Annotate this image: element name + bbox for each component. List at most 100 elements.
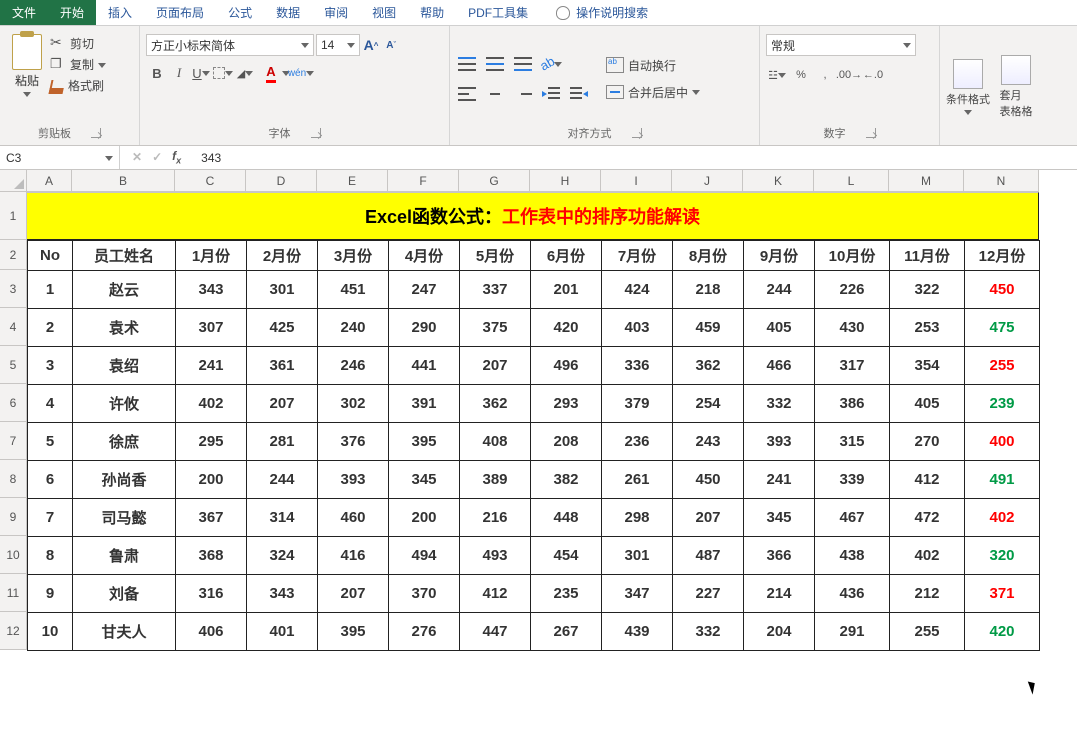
column-header[interactable]: N: [964, 170, 1039, 192]
table-cell[interactable]: 226: [815, 271, 890, 309]
table-header[interactable]: 8月份: [673, 241, 744, 271]
table-cell[interactable]: 317: [815, 347, 890, 385]
row-header[interactable]: 8: [0, 460, 27, 498]
dialog-launcher-icon[interactable]: [91, 128, 101, 138]
cancel-formula-icon[interactable]: ✕: [132, 150, 142, 164]
copy-button[interactable]: 复制: [48, 55, 108, 74]
table-cell[interactable]: 314: [247, 499, 318, 537]
table-cell[interactable]: 391: [389, 385, 460, 423]
table-cell[interactable]: 7: [28, 499, 73, 537]
table-cell[interactable]: 368: [176, 537, 247, 575]
tab-data[interactable]: 数据: [264, 0, 312, 25]
column-header[interactable]: C: [175, 170, 246, 192]
table-cell[interactable]: 402: [176, 385, 247, 423]
table-cell[interactable]: 393: [318, 461, 389, 499]
table-cell[interactable]: 214: [744, 575, 815, 613]
table-cell[interactable]: 247: [389, 271, 460, 309]
table-cell[interactable]: 366: [744, 537, 815, 575]
table-header[interactable]: 员工姓名: [73, 241, 176, 271]
dialog-launcher-icon[interactable]: [311, 128, 321, 138]
table-row[interactable]: 3袁绍241361246441207496336362466317354255: [28, 347, 1040, 385]
cell-grid[interactable]: Excel函数公式：工作表中的排序功能解读 No员工姓名1月份2月份3月份4月份…: [27, 192, 1040, 651]
table-cell[interactable]: 316: [176, 575, 247, 613]
table-header[interactable]: 1月份: [176, 241, 247, 271]
cut-button[interactable]: 剪切: [48, 34, 108, 53]
italic-button[interactable]: I: [168, 62, 190, 84]
table-cell[interactable]: 436: [815, 575, 890, 613]
table-cell[interactable]: 袁绍: [73, 347, 176, 385]
table-cell[interactable]: 354: [890, 347, 965, 385]
column-header[interactable]: B: [72, 170, 175, 192]
table-cell[interactable]: 402: [890, 537, 965, 575]
table-cell[interactable]: 216: [460, 499, 531, 537]
table-cell[interactable]: 201: [531, 271, 602, 309]
row-header[interactable]: 7: [0, 422, 27, 460]
table-cell[interactable]: 493: [460, 537, 531, 575]
row-header[interactable]: 12: [0, 612, 27, 650]
table-cell[interactable]: 281: [247, 423, 318, 461]
column-header[interactable]: J: [672, 170, 743, 192]
table-cell[interactable]: 362: [673, 347, 744, 385]
table-header[interactable]: 12月份: [965, 241, 1040, 271]
table-cell[interactable]: 9: [28, 575, 73, 613]
table-cell[interactable]: 345: [744, 499, 815, 537]
tab-insert[interactable]: 插入: [96, 0, 144, 25]
table-header[interactable]: 7月份: [602, 241, 673, 271]
table-cell[interactable]: 孙尚香: [73, 461, 176, 499]
table-cell[interactable]: 475: [965, 309, 1040, 347]
table-cell[interactable]: 361: [247, 347, 318, 385]
column-header[interactable]: E: [317, 170, 388, 192]
table-row[interactable]: 10甘夫人40640139527644726743933220429125542…: [28, 613, 1040, 651]
row-header[interactable]: 4: [0, 308, 27, 346]
table-row[interactable]: 9刘备316343207370412235347227214436212371: [28, 575, 1040, 613]
table-cell[interactable]: 362: [460, 385, 531, 423]
table-row[interactable]: 7司马懿367314460200216448298207345467472402: [28, 499, 1040, 537]
table-cell[interactable]: 496: [531, 347, 602, 385]
decrease-font-button[interactable]: Aˇ: [382, 34, 400, 56]
table-cell[interactable]: 227: [673, 575, 744, 613]
table-cell[interactable]: 322: [890, 271, 965, 309]
table-cell[interactable]: 207: [247, 385, 318, 423]
data-table[interactable]: No员工姓名1月份2月份3月份4月份5月份6月份7月份8月份9月份10月份11月…: [27, 240, 1040, 651]
font-color-button[interactable]: A: [260, 62, 282, 84]
table-row[interactable]: 5徐庶295281376395408208236243393315270400: [28, 423, 1040, 461]
table-cell[interactable]: 244: [744, 271, 815, 309]
tab-pdf-tools[interactable]: PDF工具集: [456, 0, 540, 25]
table-cell[interactable]: 420: [965, 613, 1040, 651]
table-cell[interactable]: 405: [890, 385, 965, 423]
table-cell[interactable]: 4: [28, 385, 73, 423]
conditional-formatting-button[interactable]: 条件格式: [946, 59, 990, 115]
table-cell[interactable]: 207: [318, 575, 389, 613]
table-cell[interactable]: 367: [176, 499, 247, 537]
table-cell[interactable]: 267: [531, 613, 602, 651]
align-middle-button[interactable]: [484, 53, 506, 75]
increase-font-button[interactable]: A^: [362, 34, 380, 56]
table-cell[interactable]: 许攸: [73, 385, 176, 423]
table-header[interactable]: 2月份: [247, 241, 318, 271]
tab-review[interactable]: 审阅: [312, 0, 360, 25]
table-cell[interactable]: 甘夫人: [73, 613, 176, 651]
table-cell[interactable]: 343: [176, 271, 247, 309]
tab-formulas[interactable]: 公式: [216, 0, 264, 25]
decrease-indent-button[interactable]: [540, 83, 562, 105]
increase-indent-button[interactable]: [568, 83, 590, 105]
number-format-select[interactable]: 常规: [766, 34, 916, 56]
row-header[interactable]: 10: [0, 536, 27, 574]
table-cell[interactable]: 336: [602, 347, 673, 385]
table-cell[interactable]: 450: [965, 271, 1040, 309]
align-top-button[interactable]: [456, 53, 478, 75]
enter-formula-icon[interactable]: ✓: [152, 150, 162, 164]
table-row[interactable]: 8鲁肃368324416494493454301487366438402320: [28, 537, 1040, 575]
table-row[interactable]: 6孙尚香200244393345389382261450241339412491: [28, 461, 1040, 499]
align-right-button[interactable]: [512, 83, 534, 105]
tab-file[interactable]: 文件: [0, 0, 48, 25]
increase-decimal-button[interactable]: .00→: [838, 64, 860, 86]
table-row[interactable]: 4许攸402207302391362293379254332386405239: [28, 385, 1040, 423]
table-cell[interactable]: 244: [247, 461, 318, 499]
table-cell[interactable]: 430: [815, 309, 890, 347]
table-cell[interactable]: 254: [673, 385, 744, 423]
column-header[interactable]: M: [889, 170, 964, 192]
table-cell[interactable]: 401: [247, 613, 318, 651]
tab-page-layout[interactable]: 页面布局: [144, 0, 216, 25]
column-header[interactable]: F: [388, 170, 459, 192]
